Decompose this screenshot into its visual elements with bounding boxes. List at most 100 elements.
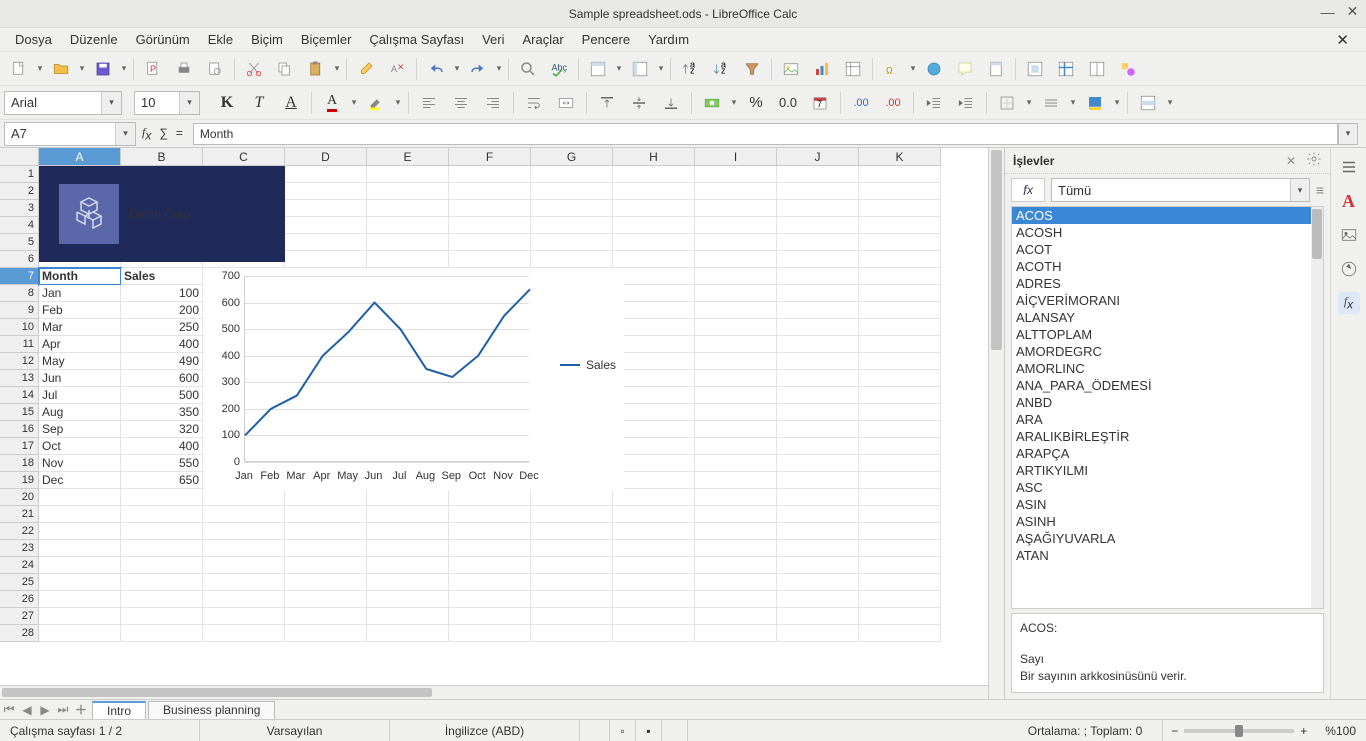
row-header[interactable]: 23	[0, 540, 39, 557]
cell[interactable]	[777, 336, 859, 353]
valign-bottom-icon[interactable]	[656, 89, 686, 117]
cell[interactable]: Dec	[39, 472, 121, 489]
show-draw-icon[interactable]	[1113, 55, 1143, 83]
menu-araçlar[interactable]: Araçlar	[513, 29, 572, 50]
cell[interactable]	[613, 625, 695, 642]
cell[interactable]	[285, 234, 367, 251]
col-header-D[interactable]: D	[285, 148, 367, 166]
menu-dosya[interactable]: Dosya	[6, 29, 61, 50]
cell[interactable]	[695, 336, 777, 353]
cell[interactable]	[367, 506, 449, 523]
cell[interactable]	[613, 455, 695, 472]
cell[interactable]	[531, 183, 613, 200]
clear-formatting-icon[interactable]: A	[382, 55, 412, 83]
print-preview-icon[interactable]	[200, 55, 230, 83]
cell[interactable]	[859, 353, 941, 370]
cell[interactable]	[613, 506, 695, 523]
cell[interactable]	[613, 285, 695, 302]
col-icon[interactable]	[625, 55, 655, 83]
dropdown-caret-icon[interactable]: ▾	[729, 97, 739, 108]
row-header[interactable]: 2	[0, 183, 39, 200]
cell[interactable]	[531, 489, 613, 506]
cell[interactable]	[285, 183, 367, 200]
freeze-icon[interactable]	[1051, 55, 1081, 83]
cell[interactable]: 490	[121, 353, 203, 370]
insert-mode-status[interactable]	[580, 720, 610, 741]
cell[interactable]	[695, 438, 777, 455]
cell[interactable]	[695, 234, 777, 251]
cell[interactable]	[613, 387, 695, 404]
cell[interactable]	[531, 506, 613, 523]
cell[interactable]	[531, 234, 613, 251]
sidebar-close-icon[interactable]: ✕	[1286, 154, 1296, 168]
cell[interactable]	[859, 540, 941, 557]
cell[interactable]	[695, 268, 777, 285]
name-box[interactable]: ▾	[4, 122, 136, 146]
cell[interactable]	[777, 438, 859, 455]
cell[interactable]	[695, 217, 777, 234]
cell[interactable]	[613, 234, 695, 251]
headers-footers-icon[interactable]	[981, 55, 1011, 83]
cell[interactable]	[39, 574, 121, 591]
cell[interactable]	[859, 319, 941, 336]
function-item[interactable]: ACOT	[1012, 241, 1323, 258]
italic-button[interactable]: T	[244, 89, 274, 117]
cell[interactable]	[777, 353, 859, 370]
cell[interactable]	[777, 489, 859, 506]
cell[interactable]	[203, 625, 285, 642]
cell[interactable]: Jan	[39, 285, 121, 302]
cell[interactable]	[203, 591, 285, 608]
cell[interactable]	[285, 200, 367, 217]
cell[interactable]	[695, 370, 777, 387]
cell[interactable]	[695, 166, 777, 183]
export-pdf-icon[interactable]: P	[138, 55, 168, 83]
cell[interactable]	[203, 489, 285, 506]
function-wizard-icon[interactable]: fx	[142, 125, 151, 142]
function-item[interactable]: ALTTOPLAM	[1012, 326, 1323, 343]
spellcheck-icon[interactable]: Abç	[544, 55, 574, 83]
cell[interactable]	[367, 523, 449, 540]
decrease-indent-icon[interactable]	[919, 89, 949, 117]
navigator-panel-icon[interactable]	[1338, 258, 1360, 280]
col-header-H[interactable]: H	[613, 148, 695, 166]
function-item[interactable]: AİÇVERİMORANI	[1012, 292, 1323, 309]
dropdown-caret-icon[interactable]: ▾	[614, 63, 624, 74]
save-icon[interactable]	[88, 55, 118, 83]
cell[interactable]	[695, 489, 777, 506]
cell[interactable]	[695, 251, 777, 268]
cell[interactable]	[777, 472, 859, 489]
cell[interactable]	[121, 540, 203, 557]
function-item[interactable]: AŞAĞIYUVARLA	[1012, 530, 1323, 547]
gallery-panel-icon[interactable]	[1338, 224, 1360, 246]
cell[interactable]	[449, 166, 531, 183]
cell[interactable]	[613, 183, 695, 200]
row-header[interactable]: 24	[0, 557, 39, 574]
cell[interactable]	[695, 608, 777, 625]
select-all-corner[interactable]	[0, 148, 39, 166]
close-window-button[interactable]: ✕	[1345, 4, 1360, 19]
cell[interactable]	[695, 353, 777, 370]
cell[interactable]	[203, 557, 285, 574]
dropdown-caret-icon[interactable]: ▾	[179, 92, 199, 114]
tab-first-icon[interactable]: ⏮	[0, 701, 18, 719]
cell[interactable]	[859, 506, 941, 523]
cell[interactable]	[859, 404, 941, 421]
print-icon[interactable]	[169, 55, 199, 83]
cell[interactable]: Nov	[39, 455, 121, 472]
cell[interactable]	[777, 574, 859, 591]
cell[interactable]	[859, 336, 941, 353]
cell[interactable]	[531, 200, 613, 217]
cell[interactable]	[285, 489, 367, 506]
cell[interactable]	[695, 302, 777, 319]
col-header-K[interactable]: K	[859, 148, 941, 166]
paste-icon[interactable]	[301, 55, 331, 83]
signature-status[interactable]	[662, 720, 688, 741]
function-item[interactable]: ARAPÇA	[1012, 445, 1323, 462]
cell[interactable]	[285, 506, 367, 523]
menu-biçim[interactable]: Biçim	[242, 29, 292, 50]
row-header[interactable]: 8	[0, 285, 39, 302]
cell[interactable]	[449, 234, 531, 251]
dropdown-caret-icon[interactable]: ▾	[1112, 97, 1122, 108]
sum-icon[interactable]: ∑	[159, 126, 168, 140]
cell[interactable]	[285, 557, 367, 574]
